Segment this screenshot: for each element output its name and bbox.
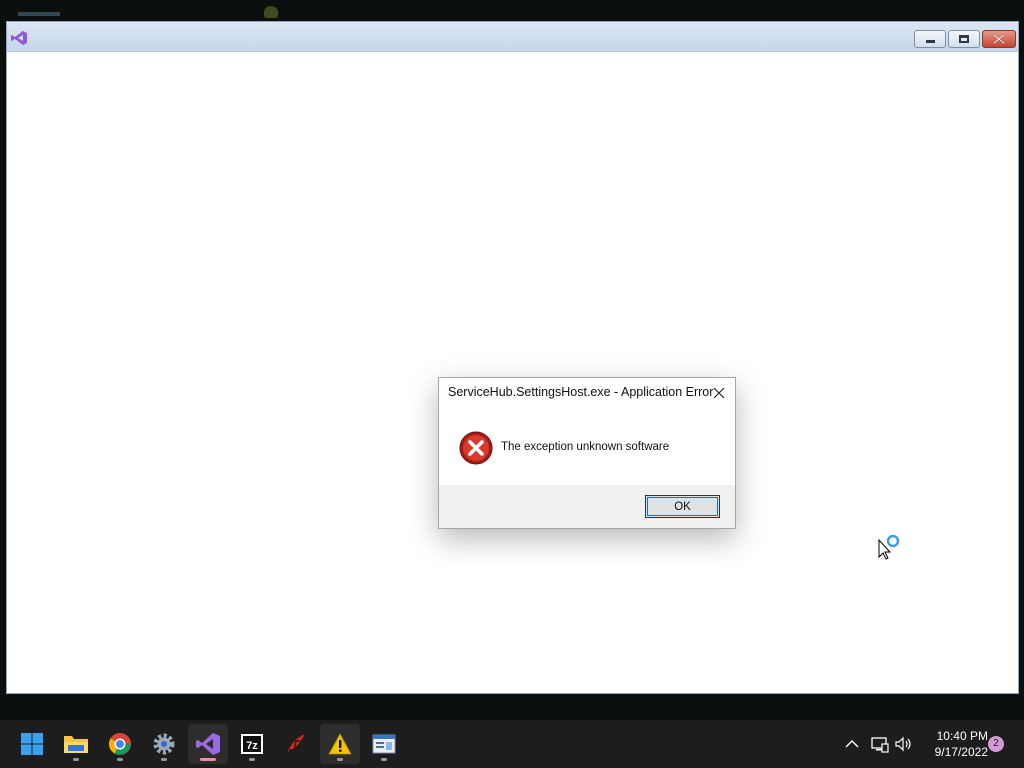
folder-icon (64, 736, 88, 753)
ok-button[interactable]: OK (645, 495, 720, 518)
desktop-icon-fragment (264, 6, 278, 18)
windows-logo-icon (21, 733, 43, 755)
taskbar-file-explorer[interactable] (56, 724, 96, 764)
running-indicator (161, 758, 167, 761)
maximize-icon (959, 35, 969, 43)
taskbar-window-app[interactable] (364, 724, 404, 764)
running-indicator (381, 758, 387, 761)
window-app-icon (372, 734, 396, 754)
taskbar-warning-app[interactable] (320, 724, 360, 764)
busy-cursor-icon (878, 534, 900, 560)
active-indicator (200, 758, 216, 761)
gear-icon (153, 733, 175, 755)
clock-date: 9/17/2022 (934, 745, 988, 759)
visual-studio-icon (11, 31, 27, 45)
running-indicator (337, 758, 343, 761)
close-button[interactable] (982, 30, 1016, 48)
close-icon (993, 34, 1005, 44)
taskbar-settings[interactable] (144, 724, 184, 764)
chrome-icon (109, 733, 131, 755)
clock[interactable]: 10:40 PM 9/17/2022 (922, 728, 988, 760)
dialog-close-icon[interactable] (712, 386, 726, 400)
main-window[interactable] (6, 21, 1019, 694)
running-indicator (117, 758, 123, 761)
desktop-fragment (18, 12, 60, 16)
warning-icon (328, 733, 352, 755)
taskbar-7zip[interactable]: 7z (232, 724, 272, 764)
taskbar-visual-studio[interactable] (188, 724, 228, 764)
error-icon (459, 431, 493, 465)
maximize-button[interactable] (948, 30, 980, 48)
notification-badge[interactable]: 2 (988, 736, 1004, 752)
dialog-footer: OK (439, 485, 735, 528)
window-titlebar[interactable] (7, 22, 1018, 52)
svg-text:7z: 7z (246, 740, 258, 752)
minimize-icon (925, 39, 935, 43)
running-indicator (249, 758, 255, 761)
dialog-message: The exception unknown software (501, 441, 670, 453)
dialog-title: ServiceHub.SettingsHost.exe - Applicatio… (448, 385, 714, 399)
chevron-up-icon[interactable] (842, 735, 862, 753)
taskbar-tcl[interactable] (276, 724, 316, 764)
start-button[interactable] (12, 724, 52, 764)
minimize-button[interactable] (914, 30, 946, 48)
tcl-feather-icon (287, 734, 305, 754)
running-indicator (73, 758, 79, 761)
7zip-icon: 7z (241, 734, 263, 754)
volume-icon[interactable] (894, 735, 914, 753)
taskbar: 7z 10:40 PM 9/17/2022 2 (0, 720, 1024, 768)
taskbar-chrome[interactable] (100, 724, 140, 764)
clock-time: 10:40 PM (936, 729, 988, 743)
error-dialog: ServiceHub.SettingsHost.exe - Applicatio… (438, 377, 736, 529)
network-icon[interactable] (870, 735, 890, 753)
visual-studio-icon (196, 733, 220, 755)
